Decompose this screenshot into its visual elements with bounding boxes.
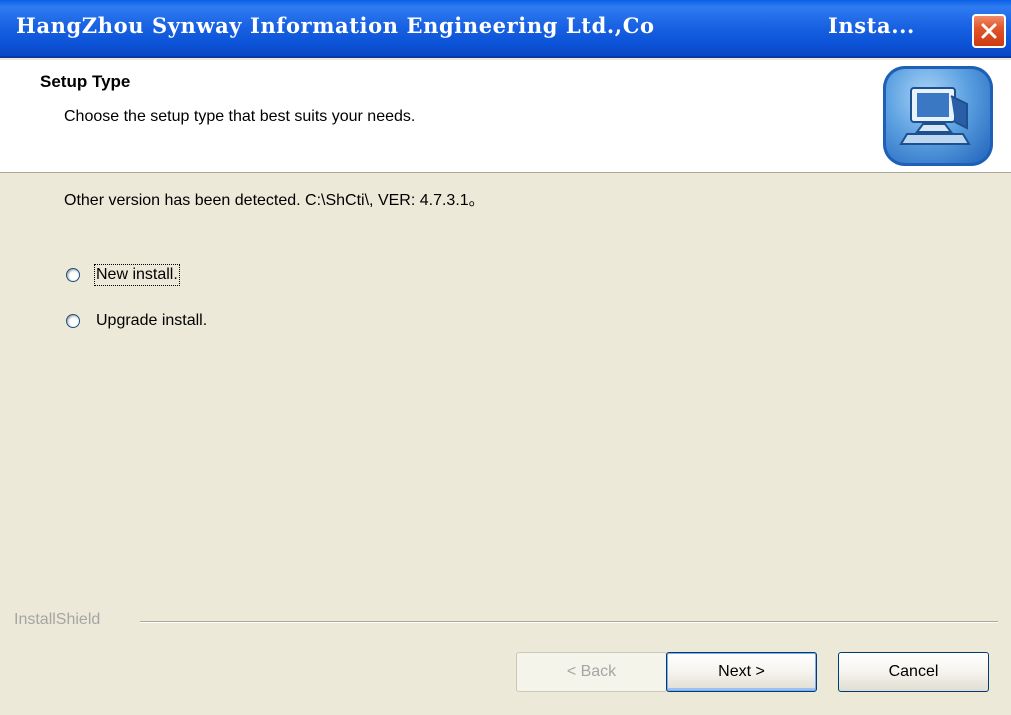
close-icon — [981, 23, 997, 39]
computer-setup-icon — [883, 66, 993, 166]
radio-button[interactable] — [66, 314, 80, 328]
back-button[interactable]: < Back — [516, 652, 667, 692]
page-subtitle: Choose the setup type that best suits yo… — [64, 108, 416, 125]
installer-window: HangZhou Synway Information Engineering … — [0, 0, 1011, 715]
option-new-install[interactable]: New install. — [64, 262, 180, 288]
footer-divider — [140, 621, 998, 623]
page-title: Setup Type — [40, 72, 131, 91]
radio-button[interactable] — [66, 268, 80, 282]
close-button[interactable] — [972, 14, 1006, 48]
window-title-suffix: Insta... — [828, 13, 915, 38]
option-upgrade-install[interactable]: Upgrade install. — [64, 308, 207, 334]
next-button[interactable]: Next > — [666, 652, 817, 692]
window-title: HangZhou Synway Information Engineering … — [16, 13, 655, 38]
option-label[interactable]: New install. — [94, 264, 180, 286]
option-label[interactable]: Upgrade install. — [96, 312, 207, 330]
header-panel: Setup Type Choose the setup type that be… — [0, 60, 1011, 173]
detected-version-message: Other version has been detected. C:\ShCt… — [64, 192, 485, 209]
installshield-brand: InstallShield — [14, 611, 107, 629]
title-bar[interactable]: HangZhou Synway Information Engineering … — [0, 0, 1011, 58]
cancel-button[interactable]: Cancel — [838, 652, 989, 692]
